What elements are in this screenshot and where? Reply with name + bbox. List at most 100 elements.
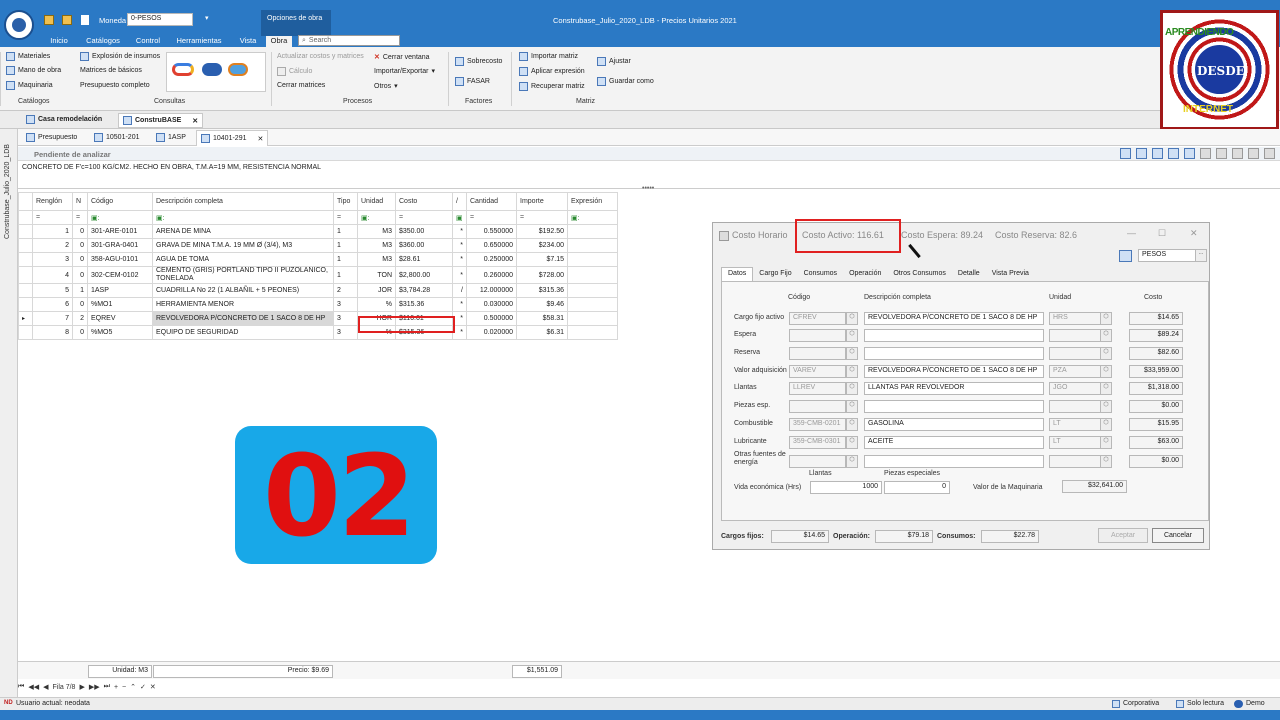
table-row[interactable]: 5 1 1ASP CUADRILLA No 22 (1 ALBAÑIL + 5 PEO… [18,283,618,298]
unit-field[interactable]: PZA [1049,365,1101,378]
unit-lookup-icon[interactable]: ⬡ [1100,382,1112,395]
table-cell[interactable]: 0 [72,266,88,284]
first-record-icon[interactable]: ⏮ [18,683,24,691]
search-input[interactable]: ⌕ Search [298,35,400,46]
table-cell[interactable]: %MO1 [87,297,153,312]
code-lookup-icon[interactable]: ⬡ [846,436,858,449]
dropdown-arrow-icon[interactable]: ▾ [205,14,209,22]
table-cell[interactable]: CEMENTO (GRIS) PORTLAND TIPO II PUZOLANI… [152,266,334,284]
code-field[interactable] [789,400,846,413]
table-cell[interactable]: 0 [72,252,88,267]
table-cell[interactable]: $315.36 [395,297,453,312]
code-lookup-icon[interactable]: ⬡ [846,312,858,325]
unit-field[interactable]: LT [1049,418,1101,431]
table-cell[interactable]: 0.260000 [466,266,517,284]
sobrecosto-button[interactable]: Sobrecosto [455,57,502,66]
tab-vista[interactable]: Vista [230,36,266,47]
table-cell[interactable]: JOR [357,283,396,298]
column-header[interactable]: Renglón [32,192,73,211]
table-cell[interactable]: $7.15 [516,252,568,267]
code-lookup-icon[interactable]: ⬡ [846,382,858,395]
column-header[interactable]: Código [87,192,153,211]
code-lookup-icon[interactable]: ⬡ [846,400,858,413]
tab-inicio[interactable]: Inicio [40,36,78,47]
table-cell[interactable]: 0.650000 [466,238,517,253]
importar-matriz-button[interactable]: Importar matriz [519,52,578,61]
matrices-basicos-button[interactable]: Matrices de básicos [80,67,142,74]
maximize-icon[interactable]: ☐ [1158,228,1166,239]
edit-record-icon[interactable]: ⌃ [130,683,136,691]
app-logo-icon[interactable] [4,10,34,40]
description-field[interactable] [864,400,1044,413]
maquinaria-button[interactable]: Maquinaria [6,81,53,90]
table-cell[interactable]: $728.00 [516,266,568,284]
table-cell[interactable]: 301-GRA-0401 [87,238,153,253]
currency-lookup-button[interactable]: ... [1195,249,1207,262]
code-field[interactable]: LLREV [789,382,846,395]
table-cell[interactable]: 0 [72,224,88,239]
aplicar-expresion-button[interactable]: Aplicar expresión [519,67,585,76]
table-row[interactable]: 4 0 302-CEM-0102 CEMENTO (GRIS) PORTLAND TI… [18,266,618,284]
cerrar-ventana-button[interactable]: ✕ Cerrar ventana [374,53,430,62]
minimize-icon[interactable]: — [1127,228,1136,238]
table-cell[interactable]: 2 [32,238,73,253]
solo-lectura-status[interactable]: Solo lectura [1187,700,1224,707]
table-cell[interactable]: EQREV [87,311,153,326]
unit-field[interactable] [1049,455,1101,468]
table-cell[interactable] [567,224,618,239]
prev-page-icon[interactable]: ◀◀ [28,683,39,691]
column-header[interactable]: Tipo [333,192,358,211]
code-field[interactable]: VAREV [789,365,846,378]
sub-tab-10501-201[interactable]: 10501-201 [94,133,139,142]
table-cell[interactable]: 3 [333,297,358,312]
unit-field[interactable]: JGO [1049,382,1101,395]
table-cell[interactable]: 1ASP [87,283,153,298]
unit-field[interactable] [1049,400,1101,413]
table-cell[interactable]: 1 [333,238,358,253]
close-icon[interactable]: ✕ [257,135,263,143]
column-header[interactable]: Unidad [357,192,396,211]
table-cell[interactable]: M3 [357,238,396,253]
tab-datos[interactable]: Datos [721,267,754,281]
tab-control[interactable]: Control [128,36,168,47]
table-cell[interactable]: 1 [333,224,358,239]
column-header[interactable]: Descripción completa [152,192,334,211]
table-row[interactable]: 1 0 301-ARE-0101 ARENA DE MINA 1 M3 $350.00 * 0.… [18,224,618,239]
piezas-hours-field[interactable]: 0 [884,481,950,494]
cancelar-button[interactable]: Cancelar [1152,528,1204,543]
folder-icon[interactable] [62,15,72,25]
table-cell[interactable]: $192.50 [516,224,568,239]
table-cell[interactable]: 0.030000 [466,297,517,312]
grid-tool-icon[interactable] [1232,148,1243,159]
table-cell[interactable] [567,252,618,267]
table-cell[interactable]: 0.500000 [466,311,517,326]
table-cell[interactable]: 8 [32,325,73,340]
table-cell[interactable]: 0 [72,325,88,340]
table-cell[interactable]: * [452,252,467,267]
description-field[interactable]: LLANTAS PAR REVOLVEDOR [864,382,1044,395]
recuperar-matriz-button[interactable]: Recuperar matriz [519,82,585,91]
guardar-como-button[interactable]: Guardar como [597,77,654,86]
table-cell[interactable]: REVOLVEDORA P/CONCRETO DE 1 SACO 8 DE HP [152,311,334,326]
description-field[interactable] [864,329,1044,342]
tab-operacion[interactable]: Operación [843,267,887,281]
unit-lookup-icon[interactable]: ⬡ [1100,365,1112,378]
table-cell[interactable]: $234.00 [516,238,568,253]
unit-lookup-icon[interactable]: ⬡ [1100,329,1112,342]
table-cell[interactable] [567,325,618,340]
llantas-hours-field[interactable]: 1000 [810,481,882,494]
grid-tool-icon[interactable] [1120,148,1131,159]
table-cell[interactable]: * [452,224,467,239]
table-row[interactable]: 8 0 %MO5 EQUIPO DE SEGURIDAD 3% $315.36 * 0.020… [18,325,618,340]
table-cell[interactable]: AGUA DE TOMA [152,252,334,267]
table-cell[interactable]: GRAVA DE MINA T.M.A. 19 MM Ø (3/4), M3 [152,238,334,253]
table-cell[interactable]: % [357,297,396,312]
table-cell[interactable]: * [452,238,467,253]
column-header[interactable]: Cantidad [466,192,517,211]
close-icon[interactable]: ✕ [192,117,198,125]
column-header[interactable]: Costo [395,192,453,211]
table-cell[interactable]: $28.61 [395,252,453,267]
description-field[interactable]: REVOLVEDORA P/CONCRETO DE 1 SACO 8 DE HP [864,365,1044,378]
grid-tool-icon[interactable] [1136,148,1147,159]
code-field[interactable] [789,347,846,360]
